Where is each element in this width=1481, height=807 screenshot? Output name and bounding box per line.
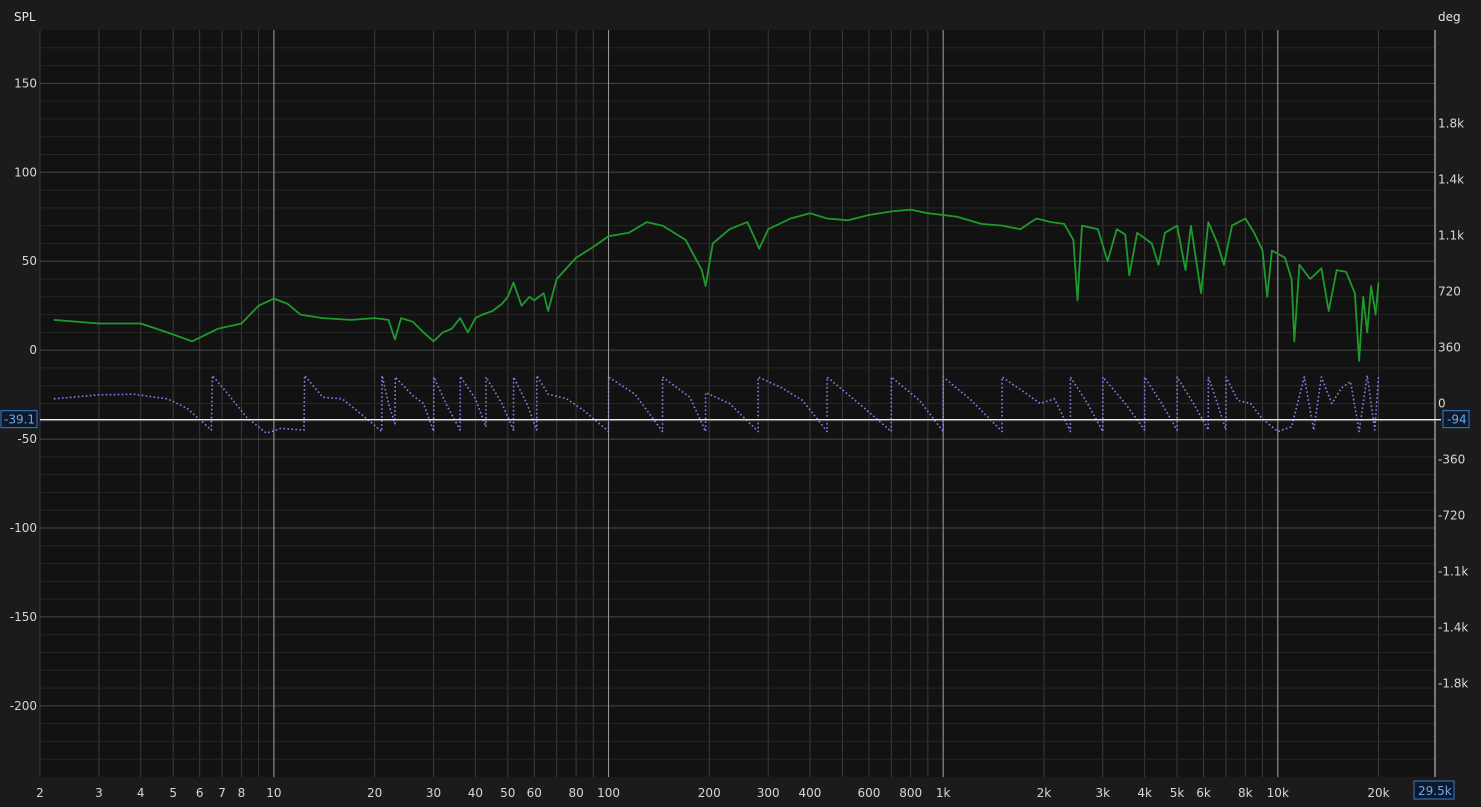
x-tick-label: 6 (196, 786, 204, 800)
x-tick-label: 5 (169, 786, 177, 800)
x-tick-label: 10k (1267, 786, 1289, 800)
x-tick-label: 600 (857, 786, 880, 800)
x-tick-label: 8 (238, 786, 246, 800)
x-tick-label: 1k (936, 786, 951, 800)
x-tick-label: 300 (757, 786, 780, 800)
svg-text:-94: -94 (1447, 413, 1467, 427)
frequency-response-chart[interactable]: 2 3 4 5 6 7 8 10 20 30 40 50 60 80 100 200 300 400 600 800 1… (0, 0, 1481, 807)
x-tick-label: 3k (1096, 786, 1111, 800)
x-tick-label: 100 (597, 786, 620, 800)
left-tick-label: -150 (10, 610, 37, 624)
left-axis-tick-labels: 150 100 50 0 -50 -100 -150 -200 (10, 76, 37, 713)
x-tick-label: 20 (367, 786, 382, 800)
right-tick-label: 1.1k (1438, 228, 1464, 242)
left-tick-label: -50 (17, 432, 37, 446)
cursor-right-readout: -94 (1442, 410, 1470, 429)
x-tick-label: 6k (1196, 786, 1211, 800)
left-tick-label: -100 (10, 521, 37, 535)
x-tick-label: 4k (1137, 786, 1152, 800)
x-tick-label: 200 (698, 786, 721, 800)
left-axis-title: SPL (14, 10, 36, 24)
x-tick-label: 2 (36, 786, 44, 800)
cursor-left-readout: -39.1 (0, 410, 38, 429)
x-tick-label: 4 (137, 786, 145, 800)
right-axis-title: deg (1438, 10, 1461, 24)
x-tick-label: 20k (1367, 786, 1389, 800)
x-tick-label: 5k (1170, 786, 1185, 800)
right-tick-label: -1.1k (1438, 565, 1468, 579)
right-tick-label: -720 (1438, 509, 1465, 523)
left-tick-label: 0 (29, 343, 37, 357)
right-tick-label: 0 (1438, 397, 1446, 411)
right-tick-label: -1.8k (1438, 677, 1468, 691)
left-tick-label: 50 (22, 254, 37, 268)
left-tick-label: 150 (14, 76, 37, 90)
left-tick-label: 100 (14, 165, 37, 179)
right-tick-label: -1.4k (1438, 621, 1468, 635)
right-axis-tick-labels: 1.8k 1.4k 1.1k 720 360 0 -360 -720 -1.1k -1.4k -1.… (1438, 116, 1468, 690)
right-tick-label: 360 (1438, 340, 1461, 354)
x-tick-label: 40 (468, 786, 483, 800)
x-tick-label: 400 (799, 786, 822, 800)
cursor-frequency-readout: 29.5k (1413, 780, 1455, 800)
x-tick-label: 800 (899, 786, 922, 800)
svg-text:29.5k: 29.5k (1418, 784, 1452, 798)
x-tick-label: 60 (527, 786, 542, 800)
x-tick-label: 8k (1238, 786, 1253, 800)
x-axis-tick-labels: 2 3 4 5 6 7 8 10 20 30 40 50 60 80 100 200 300 400 600 800 1… (36, 786, 1389, 800)
x-tick-label: 50 (500, 786, 515, 800)
right-tick-label: -360 (1438, 453, 1465, 467)
x-tick-label: 30 (426, 786, 441, 800)
svg-text:-39.1: -39.1 (4, 413, 35, 427)
x-tick-label: 7 (218, 786, 226, 800)
right-tick-label: 720 (1438, 284, 1461, 298)
x-tick-label: 80 (568, 786, 583, 800)
x-tick-label: 2k (1037, 786, 1052, 800)
left-tick-label: -200 (10, 699, 37, 713)
right-tick-label: 1.4k (1438, 172, 1464, 186)
x-tick-label: 10 (266, 786, 281, 800)
x-tick-label: 3 (95, 786, 103, 800)
right-tick-label: 1.8k (1438, 116, 1464, 130)
